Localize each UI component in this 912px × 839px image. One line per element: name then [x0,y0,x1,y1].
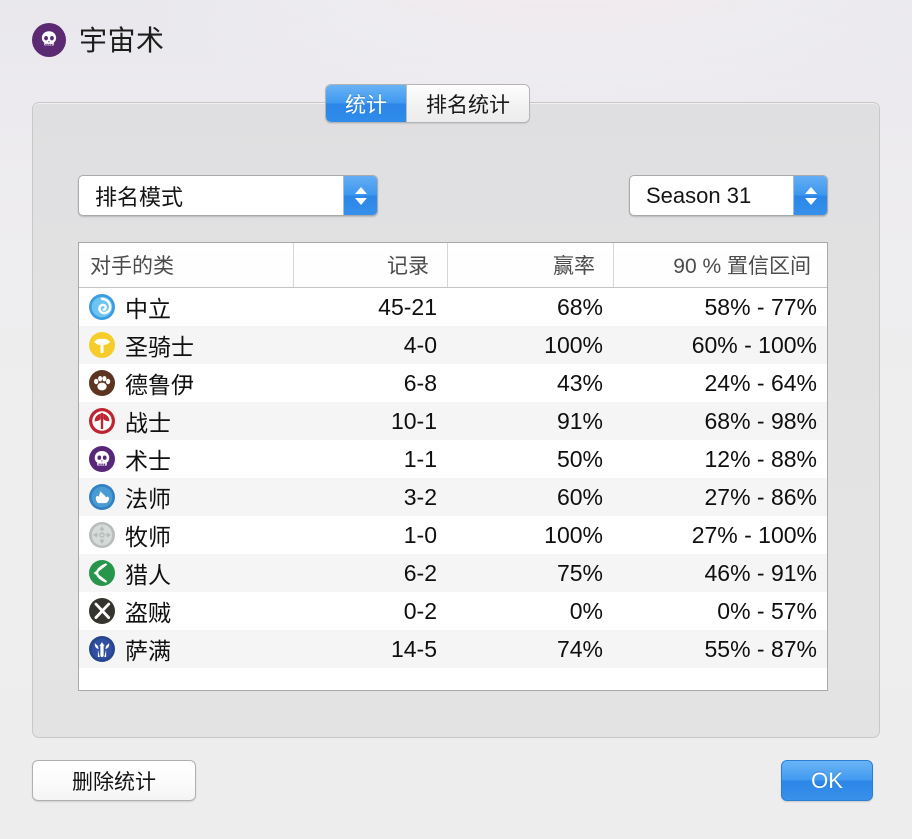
table-row[interactable]: 术士 1-1 50% 12% - 88% [79,440,827,478]
cell-winrate: 74% [556,635,603,662]
table-row[interactable]: 猎人 6-2 75% 46% - 91% [79,554,827,592]
cell-record: 6-8 [403,369,437,396]
cell-ci: 0% - 57% [717,597,817,624]
cell-record: 4-0 [403,331,437,358]
table-row[interactable]: 法师 3-2 60% 27% - 86% [79,478,827,516]
class-name: 中立 [125,296,171,322]
cell-winrate: 100% [544,521,603,548]
neutral-icon [89,294,115,320]
column-header-record[interactable]: 记录 [293,243,447,287]
column-header-winrate[interactable]: 赢率 [447,243,613,287]
cell-winrate: 100% [544,331,603,358]
table-row[interactable]: 中立 45-21 68% 58% - 77% [79,288,827,326]
shaman-icon [89,636,115,662]
mage-icon [89,484,115,510]
season-select-value: Season 31 [646,182,752,208]
class-name: 战士 [125,410,171,436]
cell-class: 圣骑士 [79,326,293,364]
class-name: 德鲁伊 [125,372,194,398]
cell-ci: 24% - 64% [704,369,817,396]
tab-group: 统计 排名统计 [325,84,530,123]
table-row[interactable]: 战士 10-1 91% 68% - 98% [79,402,827,440]
class-name: 法师 [125,486,171,512]
season-select[interactable]: Season 31 [629,175,828,216]
stepper-updown-icon[interactable] [343,176,377,215]
cell-class: 德鲁伊 [79,364,293,402]
cell-ci: 27% - 100% [691,521,817,548]
cell-class: 战士 [79,402,293,440]
cell-record: 1-0 [403,521,437,548]
cell-record: 1-1 [403,445,437,472]
cell-class: 法师 [79,478,293,516]
cell-record: 45-21 [378,293,437,320]
tab-ranked-stats[interactable]: 排名统计 [406,85,529,122]
ok-button[interactable]: OK [781,760,873,801]
cell-record: 0-2 [403,597,437,624]
class-name: 盗贼 [125,600,171,626]
skull-icon [32,23,66,57]
column-header-class[interactable]: 对手的类 [79,243,293,287]
rogue-icon [89,598,115,624]
chevron-down-icon [354,197,367,205]
cell-winrate: 60% [556,483,603,510]
class-name: 猎人 [125,562,171,588]
cell-winrate: 68% [556,293,603,320]
table-row[interactable]: 圣骑士 4-0 100% 60% - 100% [79,326,827,364]
cell-winrate: 0% [569,597,603,624]
paladin-icon [89,332,115,358]
cell-class: 中立 [79,288,293,326]
cell-winrate: 50% [556,445,603,472]
priest-icon [89,522,115,548]
mode-select[interactable]: 排名模式 [78,175,378,216]
stepper-updown-icon[interactable] [793,176,827,215]
table-row[interactable]: 盗贼 0-2 0% 0% - 57% [79,592,827,630]
cell-winrate: 75% [556,559,603,586]
chevron-up-icon [804,186,817,194]
cell-record: 10-1 [390,407,437,434]
warrior-icon [89,408,115,434]
stats-table: 对手的类 记录 赢率 90 % 置信区间 中立 45-21 68% 58% - 77%… [78,242,828,691]
mode-select-value: 排名模式 [95,184,184,210]
cell-ci: 27% - 86% [704,483,817,510]
table-row[interactable]: 牧师 1-0 100% 27% - 100% [79,516,827,554]
delete-stats-button[interactable]: 删除统计 [32,760,196,801]
cell-ci: 55% - 87% [704,635,817,662]
cell-record: 14-5 [390,635,437,662]
cell-ci: 68% - 98% [704,407,817,434]
table-body: 中立 45-21 68% 58% - 77% 圣骑士 4-0 100% 60% - 100% 德… [79,288,827,668]
class-name: 圣骑士 [125,334,194,360]
cell-class: 猎人 [79,554,293,592]
chevron-down-icon [804,197,817,205]
cell-class: 盗贼 [79,592,293,630]
page-title: 宇宙术 [79,25,165,56]
class-name: 术士 [125,448,171,474]
cell-ci: 60% - 100% [691,331,817,358]
cell-ci: 46% - 91% [704,559,817,586]
warlock-icon [89,446,115,472]
cell-class: 萨满 [79,630,293,668]
table-row[interactable]: 德鲁伊 6-8 43% 24% - 64% [79,364,827,402]
title-bar: 宇宙术 [0,0,912,78]
hunter-icon [89,560,115,586]
cell-class: 牧师 [79,516,293,554]
column-header-ci[interactable]: 90 % 置信区间 [613,243,827,287]
class-name: 牧师 [125,524,171,550]
tab-stats[interactable]: 统计 [326,85,406,122]
table-header-row: 对手的类 记录 赢率 90 % 置信区间 [79,243,827,288]
cell-record: 6-2 [403,559,437,586]
cell-ci: 12% - 88% [704,445,817,472]
cell-winrate: 91% [556,407,603,434]
cell-record: 3-2 [403,483,437,510]
cell-winrate: 43% [556,369,603,396]
table-row[interactable]: 萨满 14-5 74% 55% - 87% [79,630,827,668]
cell-ci: 58% - 77% [704,293,817,320]
class-name: 萨满 [125,638,171,664]
chevron-up-icon [354,186,367,194]
druid-icon [89,370,115,396]
cell-class: 术士 [79,440,293,478]
